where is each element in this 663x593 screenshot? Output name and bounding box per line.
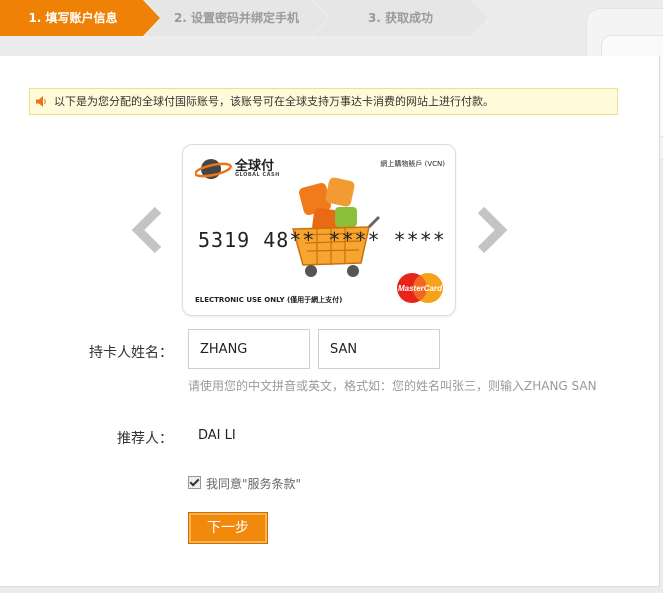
- progress-steps: 1. 填写账户信息 2. 设置密码并绑定手机 3. 获取成功: [0, 0, 663, 36]
- globe-logo-icon: [195, 159, 232, 179]
- speaker-icon: [36, 96, 46, 107]
- terms-text: 我同意"服务条款": [206, 477, 302, 491]
- chevron-right-icon[interactable]: [473, 206, 509, 254]
- card-type-label: 網上購物賬戶 (VCN): [380, 160, 445, 168]
- main-panel: 以下是为您分配的全球付国际账号，该账号可在全球支持万事达卡消费的网站上进行付款。…: [0, 56, 660, 587]
- virtual-card: 全球付 GLOBAL CASH 網上購物賬戶 (VCN) 5319 48** *…: [182, 144, 456, 316]
- notice-bar: 以下是为您分配的全球付国际账号，该账号可在全球支持万事达卡消费的网站上进行付款。: [29, 88, 618, 115]
- chevron-left-icon[interactable]: [130, 206, 166, 254]
- referrer-label: 推荐人：: [117, 431, 173, 447]
- notice-text: 以下是为您分配的全球付国际账号，该账号可在全球支持万事达卡消费的网站上进行付款。: [54, 95, 494, 108]
- card-usage-text: ELECTRONIC USE ONLY (僅用于網上支付): [195, 296, 343, 304]
- card-brand-sub: GLOBAL CASH: [235, 172, 280, 178]
- name-format-hint: 请使用您的中文拼音或英文，格式如：您的姓名叫张三，则输入ZHANG SAN: [188, 379, 597, 393]
- step-1-active: 1. 填写账户信息: [0, 0, 160, 36]
- svg-text:MasterCard: MasterCard: [398, 284, 443, 293]
- shopping-cart-illustration: [292, 177, 381, 277]
- first-name-field[interactable]: ZHANG: [188, 329, 310, 369]
- terms-checkbox[interactable]: [188, 476, 201, 489]
- card-number: 5319 48** **** ****: [198, 228, 446, 252]
- step-2: 2. 设置密码并绑定手机: [145, 0, 328, 36]
- step-3: 3. 获取成功: [313, 0, 488, 36]
- referrer-value: DAI LI: [198, 428, 236, 443]
- cardholder-name-label: 持卡人姓名：: [89, 345, 173, 361]
- terms-agreement[interactable]: 我同意"服务条款": [188, 475, 301, 492]
- last-name-field[interactable]: SAN: [318, 329, 440, 369]
- next-step-button[interactable]: 下一步: [188, 512, 268, 544]
- mastercard-logo-icon: MasterCard: [397, 273, 443, 303]
